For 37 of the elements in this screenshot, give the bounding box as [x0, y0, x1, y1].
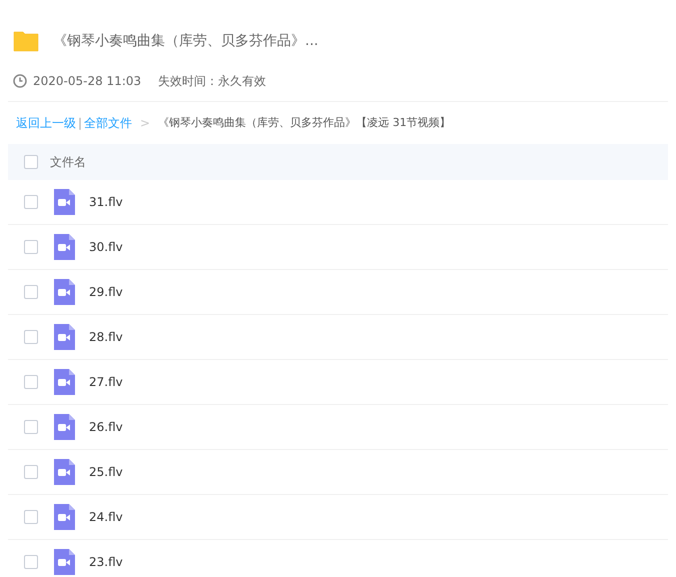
video-file-icon [53, 279, 75, 305]
file-name[interactable]: 23.flv [89, 553, 123, 571]
file-name[interactable]: 31.flv [89, 193, 123, 211]
row-checkbox[interactable] [24, 240, 38, 254]
file-name[interactable]: 24.flv [89, 508, 123, 526]
row-checkbox[interactable] [24, 195, 38, 209]
video-file-icon [53, 324, 75, 350]
video-file-icon [53, 369, 75, 395]
file-name[interactable]: 28.flv [89, 328, 123, 346]
file-name[interactable]: 25.flv [89, 463, 123, 481]
video-file-icon [53, 549, 75, 575]
file-name[interactable]: 27.flv [89, 373, 123, 391]
row-checkbox[interactable] [24, 330, 38, 344]
folder-icon [13, 30, 39, 52]
row-checkbox[interactable] [24, 510, 38, 524]
separator: | [78, 115, 82, 132]
select-all-checkbox[interactable] [24, 155, 38, 169]
clock-icon [13, 74, 27, 88]
column-header: 文件名 [50, 154, 86, 171]
row-checkbox[interactable] [24, 465, 38, 479]
video-file-icon [53, 414, 75, 440]
file-name[interactable]: 30.flv [89, 238, 123, 256]
file-name[interactable]: 26.flv [89, 418, 123, 436]
expiry-text: 失效时间：永久有效 [158, 73, 266, 90]
breadcrumb-arrow: > [140, 115, 150, 132]
file-name[interactable]: 29.flv [89, 283, 123, 301]
created-date: 2020-05-28 11:03 [33, 73, 142, 90]
video-file-icon [53, 234, 75, 260]
video-file-icon [53, 459, 75, 485]
row-checkbox[interactable] [24, 375, 38, 389]
row-checkbox[interactable] [24, 555, 38, 569]
row-checkbox[interactable] [24, 420, 38, 434]
current-folder: 《钢琴小奏鸣曲集（库劳、贝多芬作品》【凌远 31节视频】 [158, 114, 451, 131]
video-file-icon [53, 189, 75, 215]
row-checkbox[interactable] [24, 285, 38, 299]
folder-title: 《钢琴小奏鸣曲集（库劳、贝多芬作品》... [53, 32, 318, 50]
video-file-icon [53, 504, 75, 530]
